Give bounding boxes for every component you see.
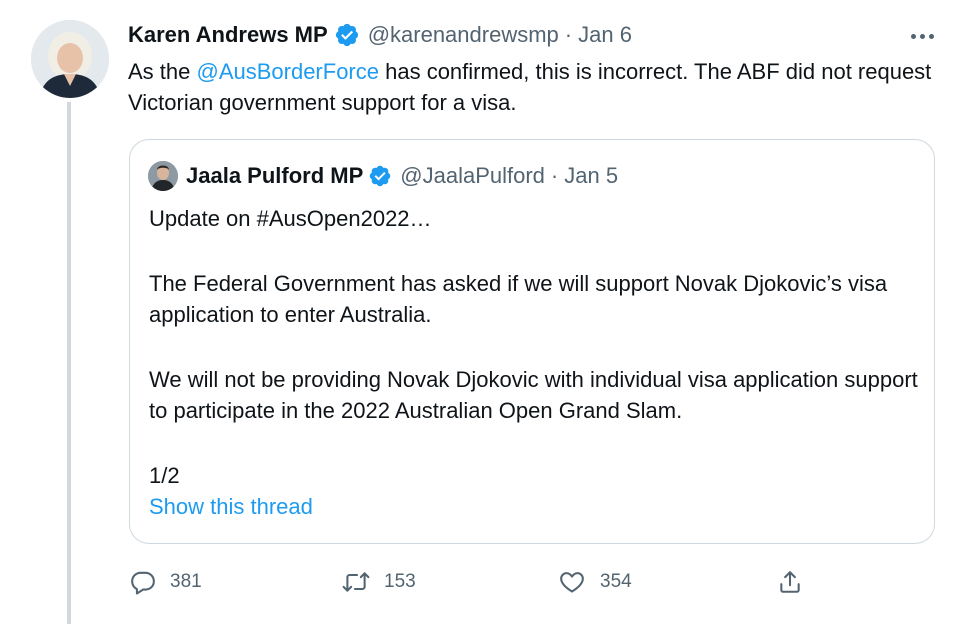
quoted-tweet-header: Jaala Pulford MP @JaalaPulford · Jan 5 (148, 160, 618, 192)
tweet-text-start: As the (128, 59, 197, 84)
more-icon[interactable] (904, 22, 940, 50)
thread-connector-line (67, 102, 71, 624)
like-button[interactable]: 354 (558, 562, 632, 602)
author-handle[interactable]: @karenandrewsmp (368, 22, 559, 48)
reply-icon (130, 569, 156, 595)
quoted-author-name[interactable]: Jaala Pulford MP (186, 163, 363, 189)
show-thread-link[interactable]: Show this thread (149, 494, 313, 520)
retweet-count: 153 (384, 571, 416, 592)
action-bar: 381 153 354 (128, 562, 828, 602)
reply-count: 381 (170, 571, 202, 592)
thread-counter: 1/2 (149, 463, 180, 488)
share-button[interactable] (777, 562, 803, 602)
tweet-text: As the @AusBorderForce has confirmed, th… (128, 56, 948, 118)
quoted-author-handle[interactable]: @JaalaPulford (400, 163, 545, 189)
separator-dot: · (550, 163, 559, 188)
tweet-header: Karen Andrews MP @karenandrewsmp · Jan 6 (128, 19, 632, 51)
quoted-tweet-card[interactable]: Jaala Pulford MP @JaalaPulford · Jan 5 U… (129, 139, 935, 544)
verified-badge-icon (368, 164, 392, 188)
separator-dot: · (564, 22, 573, 47)
quoted-avatar[interactable] (148, 161, 178, 191)
quoted-paragraph: The Federal Government has asked if we w… (149, 271, 888, 327)
quoted-tweet-text: Update on #AusOpen2022… The Federal Gove… (149, 203, 919, 491)
tweet-date[interactable]: Jan 6 (578, 22, 632, 48)
quoted-paragraph: We will not be providing Novak Djokovic … (149, 367, 918, 423)
retweet-icon (342, 569, 370, 595)
avatar[interactable] (31, 20, 109, 98)
mention-link[interactable]: @AusBorderForce (196, 59, 379, 84)
heart-icon (558, 569, 586, 595)
verified-badge-icon (334, 22, 360, 48)
quoted-tweet-date[interactable]: Jan 5 (564, 163, 618, 189)
like-count: 354 (600, 571, 632, 592)
reply-button[interactable]: 381 (130, 562, 202, 602)
quoted-paragraph: Update on #AusOpen2022… (149, 206, 432, 231)
retweet-button[interactable]: 153 (342, 562, 416, 602)
share-icon (777, 569, 803, 595)
tweet: Karen Andrews MP @karenandrewsmp · Jan 6… (0, 0, 972, 624)
author-name[interactable]: Karen Andrews MP (128, 22, 328, 48)
